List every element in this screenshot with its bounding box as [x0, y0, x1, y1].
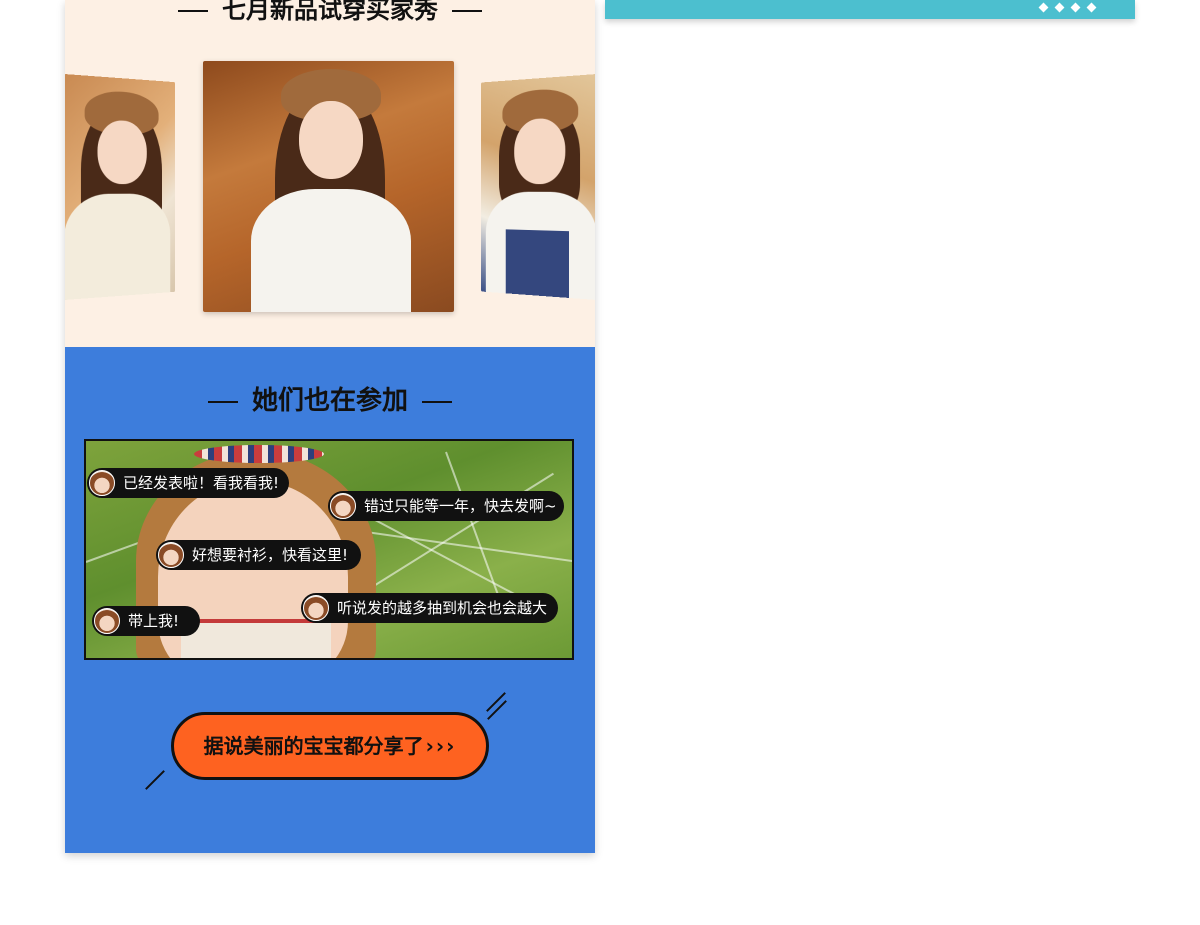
comment-bubble: 错过只能等一年，快去发啊~: [328, 491, 564, 521]
page: 七月新品试穿买家秀 她们也在参加 已经发表啦！看我看我! 错过只能等一年，快去发…: [0, 0, 1200, 925]
buyer-show-title-text: 七月新品试穿买家秀: [222, 0, 438, 24]
cta-arrows-icon: ›››: [426, 734, 457, 758]
comment-bubble: 听说发的越多抽到机会也会越大: [301, 593, 558, 623]
diamond-icon: [1087, 3, 1097, 13]
comment-text: 带上我!: [128, 612, 179, 630]
figure-dress: [506, 229, 569, 300]
figure-face: [299, 101, 363, 179]
diamond-icon: [1071, 3, 1081, 13]
comment-bubble: 已经发表啦！看我看我!: [87, 468, 289, 498]
title-dash-right: [452, 10, 482, 12]
avatar: [158, 542, 184, 568]
buyer-show-section: 七月新品试穿买家秀: [65, 0, 595, 347]
title-dash-left: [178, 10, 208, 12]
diamond-icon: [1055, 3, 1065, 13]
model-collar: [181, 619, 331, 660]
decorative-slash: [487, 700, 507, 720]
avatar: [89, 470, 115, 496]
comment-text: 好想要衬衫，快看这里!: [192, 546, 348, 564]
scalloped-divider: [65, 338, 595, 352]
cta-label: 据说美丽的宝宝都分享了: [204, 734, 424, 758]
teal-banner: [605, 0, 1135, 19]
comment-text: 听说发的越多抽到机会也会越大: [337, 599, 547, 617]
model-headband: [194, 445, 324, 463]
avatar: [330, 493, 356, 519]
decorative-slash: [145, 770, 165, 790]
comments-photo-box: 已经发表啦！看我看我! 错过只能等一年，快去发啊~ 好想要衬衫，快看这里! 听说…: [84, 439, 574, 660]
figure-face: [514, 117, 565, 184]
left-photo[interactable]: [65, 74, 175, 300]
title-dash-right: [422, 401, 452, 403]
figure-body: [251, 189, 411, 312]
right-photo[interactable]: [481, 74, 595, 300]
figure-face: [97, 120, 146, 185]
figure-body: [65, 194, 170, 300]
participants-title: 她们也在参加: [65, 381, 595, 421]
comment-bubble: 带上我!: [92, 606, 200, 636]
promo-card: 七月新品试穿买家秀 她们也在参加 已经发表啦！看我看我! 错过只能等一年，快去发…: [65, 0, 595, 853]
avatar: [303, 595, 329, 621]
comment-bubble: 好想要衬衫，快看这里!: [156, 540, 361, 570]
share-cta-button[interactable]: 据说美丽的宝宝都分享了 ›››: [171, 712, 489, 780]
diamond-decoration: [1040, 4, 1095, 11]
buyer-show-title: 七月新品试穿买家秀: [65, 0, 595, 28]
participants-title-text: 她们也在参加: [252, 386, 408, 416]
net-line: [366, 531, 574, 564]
avatar: [94, 608, 120, 634]
participants-section: 她们也在参加 已经发表啦！看我看我! 错过只能等一年，快去发啊~ 好想要衬衫，快…: [65, 347, 595, 853]
comment-text: 错过只能等一年，快去发啊~: [364, 497, 557, 515]
diamond-icon: [1039, 3, 1049, 13]
title-dash-left: [208, 401, 238, 403]
comment-text: 已经发表啦！看我看我!: [123, 474, 279, 492]
center-photo[interactable]: [203, 61, 454, 312]
